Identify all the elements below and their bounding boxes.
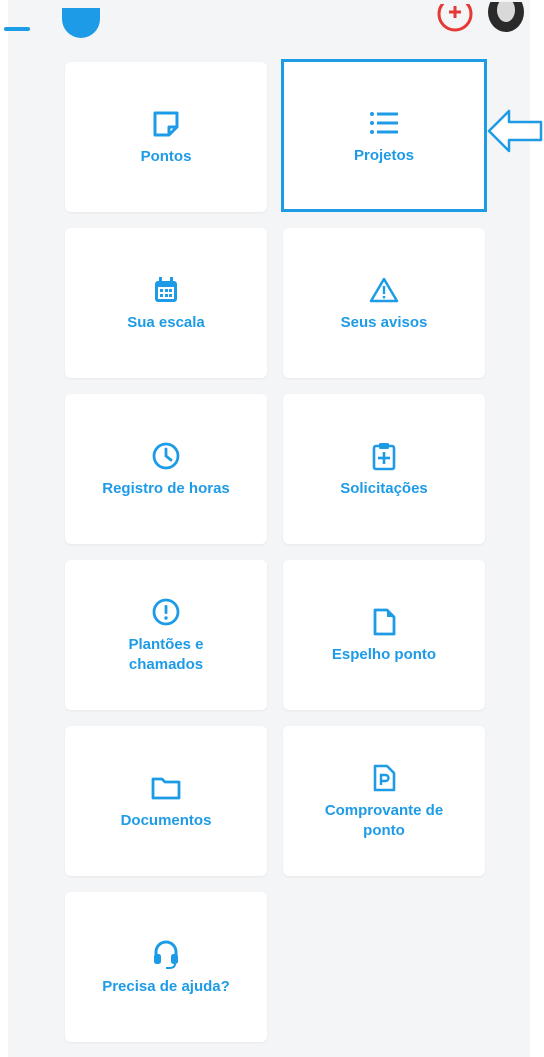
tile-solicitacoes[interactable]: Solicitações: [283, 394, 485, 544]
clipboard-plus-icon: [367, 439, 401, 473]
tile-label: Documentos: [120, 812, 212, 829]
alert-circle-icon: [149, 595, 183, 629]
tile-projetos[interactable]: Projetos: [281, 59, 487, 212]
tile-label: Precisa de ajuda?: [102, 978, 230, 995]
tile-precisa-de-ajuda[interactable]: Precisa de ajuda?: [65, 892, 267, 1042]
tile-documentos[interactable]: Documentos: [65, 726, 267, 876]
tile-label: Plantões e chamados: [128, 636, 204, 673]
tile-label: Pontos: [140, 148, 192, 165]
tile-comprovante-de-ponto[interactable]: Comprovante de ponto: [283, 726, 485, 876]
arrow-left-icon: [486, 106, 544, 156]
document-icon: [367, 605, 401, 639]
menu-icon[interactable]: [4, 27, 30, 31]
clock-icon: [149, 439, 183, 473]
tile-label: Projetos: [353, 146, 414, 164]
tile-pontos[interactable]: Pontos: [65, 62, 267, 212]
plus-circle-icon[interactable]: [437, 4, 473, 40]
headset-icon: [149, 937, 183, 971]
tile-seus-avisos[interactable]: Seus avisos: [283, 228, 485, 378]
warning-icon: [367, 273, 401, 307]
list-icon: [367, 106, 401, 140]
calendar-icon: [149, 273, 183, 307]
parking-document-icon: [367, 761, 401, 795]
tile-label: Solicitações: [340, 480, 428, 497]
top-bar: [0, 0, 544, 40]
tile-label: Comprovante de ponto: [324, 802, 444, 839]
tile-label: Registro de horas: [102, 480, 230, 497]
logo-icon[interactable]: [62, 8, 100, 38]
tile-label: Seus avisos: [340, 314, 428, 331]
tile-label: Sua escala: [127, 314, 205, 331]
sticky-note-icon: [149, 107, 183, 141]
tile-sua-escala[interactable]: Sua escala: [65, 228, 267, 378]
folder-icon: [149, 771, 183, 805]
tile-label: Espelho ponto: [331, 646, 437, 663]
tile-registro-de-horas[interactable]: Registro de horas: [65, 394, 267, 544]
tile-plantoes-e-chamados[interactable]: Plantões e chamados: [65, 560, 267, 710]
tile-espelho-ponto[interactable]: Espelho ponto: [283, 560, 485, 710]
avatar[interactable]: [484, 2, 528, 40]
screen: Pontos Projetos Sua escala Seus avisos R…: [0, 0, 544, 1057]
